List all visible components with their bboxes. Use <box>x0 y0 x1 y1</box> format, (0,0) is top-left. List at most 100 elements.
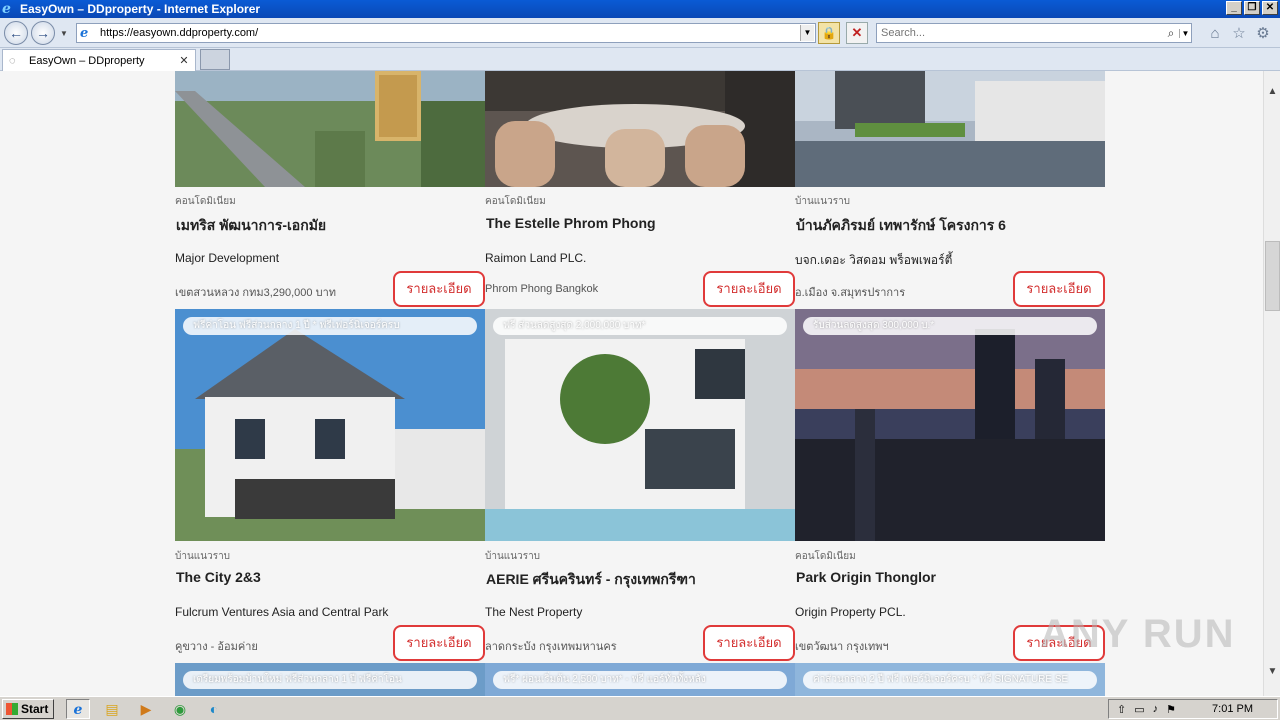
address-bar[interactable]: e https://easyown.ddproperty.com/ ▼ <box>76 23 816 43</box>
details-button[interactable]: รายละเอียด <box>1013 271 1105 307</box>
recent-pages-dropdown-icon[interactable]: ▼ <box>60 29 68 38</box>
tab-strip: ◌ EasyOwn – DDproperty ✕ <box>0 48 1280 71</box>
search-icon[interactable]: ⌕ <box>1163 26 1179 41</box>
property-location: Phrom Phong Bangkok <box>485 283 599 295</box>
property-name[interactable]: Park Origin Thonglor <box>796 569 936 585</box>
property-card: บ้านแนวราบ บ้านภัคภิรมย์ เทพารักษ์ โครงก… <box>795 71 1105 307</box>
edge-taskbar-icon[interactable]: ◐ <box>202 699 226 719</box>
tab-close-icon[interactable]: ✕ <box>177 54 191 67</box>
loading-spinner-icon: ◌ <box>9 54 16 67</box>
system-tray: ⇧ ▭ ♪ ⚑ 7:01 PM <box>1108 699 1278 719</box>
property-image[interactable] <box>175 71 485 187</box>
property-category: คอนโดมิเนียม <box>175 196 236 207</box>
tab-easyown[interactable]: ◌ EasyOwn – DDproperty ✕ <box>2 49 196 71</box>
property-location: ลาดกระบัง กรุงเทพมหานคร <box>485 641 617 653</box>
details-button[interactable]: รายละเอียด <box>703 625 795 661</box>
promo-badge: รับส่วนลดสูงสุด 300,000 บ.* <box>803 317 1097 335</box>
internet-explorer-taskbar-icon[interactable]: e <box>66 699 90 719</box>
property-image[interactable]: ค่าส่วนกลาง 2 ปี ฟรี เฟอร์นิเจอร์ครบ * ฟ… <box>795 663 1105 696</box>
scroll-down-icon[interactable]: ▼ <box>1264 663 1280 680</box>
property-card: ฟรี* ผ่อนเริ่มต้น 2,500 บาท* - ฟรี แอร์ท… <box>485 663 795 696</box>
property-image[interactable]: ฟรีค่าโอน ฟรีส่วนกลาง 1 ปี * ฟรีเฟอร์นิเ… <box>175 309 485 541</box>
chrome-taskbar-icon[interactable]: ◉ <box>168 699 192 719</box>
property-location: คูขวาง - อ้อมค่าย <box>175 641 258 653</box>
property-card: เตรียมพร้อมบ้านใหม่ ฟรีส่วนกลาง 1 ปี ฟรี… <box>175 663 485 696</box>
property-location: เขตวัฒนา กรุงเทพฯ <box>795 641 889 653</box>
start-label: Start <box>21 702 49 716</box>
property-image[interactable]: เตรียมพร้อมบ้านใหม่ ฟรีส่วนกลาง 1 ปี ฟรี… <box>175 663 485 696</box>
property-image[interactable] <box>485 71 795 187</box>
property-developer: Fulcrum Ventures Asia and Central Park <box>175 605 389 619</box>
page-favicon-icon: e <box>80 25 89 41</box>
close-button[interactable]: ✕ <box>1262 1 1278 15</box>
promo-badge: ฟรีค่าโอน ฟรีส่วนกลาง 1 ปี * ฟรีเฟอร์นิเ… <box>183 317 477 335</box>
windows-logo-icon <box>6 703 18 715</box>
promo-badge: เตรียมพร้อมบ้านใหม่ ฟรีส่วนกลาง 1 ปี ฟรี… <box>183 671 477 689</box>
flag-icon[interactable]: ⚑ <box>1166 703 1176 716</box>
property-name[interactable]: The Estelle Phrom Phong <box>486 215 656 231</box>
tab-label: EasyOwn – DDproperty <box>29 54 145 67</box>
scroll-up-icon[interactable]: ▲ <box>1264 83 1280 100</box>
window-titlebar: e EasyOwn – DDproperty - Internet Explor… <box>0 0 1280 18</box>
property-image[interactable]: รับส่วนลดสูงสุด 300,000 บ.* <box>795 309 1105 541</box>
scroll-thumb[interactable] <box>1265 241 1280 311</box>
restore-button[interactable]: ❐ <box>1244 1 1260 15</box>
settings-gear-icon[interactable]: ⚙ <box>1253 24 1273 44</box>
details-button[interactable]: รายละเอียด <box>703 271 795 307</box>
property-image[interactable]: ฟรี* ผ่อนเริ่มต้น 2,500 บาท* - ฟรี แอร์ท… <box>485 663 795 696</box>
property-category: บ้านแนวราบ <box>795 196 851 207</box>
property-name[interactable]: บ้านภัคภิรมย์ เทพารักษ์ โครงการ 6 <box>796 215 1006 237</box>
stop-icon[interactable]: ✕ <box>846 22 868 44</box>
window-title: EasyOwn – DDproperty - Internet Explorer <box>20 2 261 16</box>
home-icon[interactable]: ⌂ <box>1205 24 1225 44</box>
property-card: ฟรีค่าโอน ฟรีส่วนกลาง 1 ปี * ฟรีเฟอร์นิเ… <box>175 309 485 663</box>
property-name[interactable]: เมทริส พัฒนาการ-เอกมัย <box>176 215 326 237</box>
property-image[interactable]: ฟรี ส่วนลดสูงสุด 2,000,000 บาท* <box>485 309 795 541</box>
lock-icon[interactable]: 🔒 <box>818 22 840 44</box>
property-location: เขตสวนหลวง กทม3,290,000 บาท <box>175 287 336 299</box>
property-location: อ.เมือง จ.สมุทรปราการ <box>795 287 906 299</box>
property-card: คอนโดมิเนียม เมทริส พัฒนาการ-เอกมัย Majo… <box>175 71 485 307</box>
property-developer: The Nest Property <box>485 605 583 619</box>
property-category: คอนโดมิเนียม <box>485 196 546 207</box>
promo-badge: ฟรี* ผ่อนเริ่มต้น 2,500 บาท* - ฟรี แอร์ท… <box>493 671 787 689</box>
tray-arrow-icon[interactable]: ⇧ <box>1117 703 1126 716</box>
property-category: คอนโดมิเนียม <box>795 551 856 562</box>
property-card: คอนโดมิเนียม The Estelle Phrom Phong Rai… <box>485 71 795 307</box>
property-developer: Raimon Land PLC. <box>485 251 587 265</box>
promo-badge: ค่าส่วนกลาง 2 ปี ฟรี เฟอร์นิเจอร์ครบ * ฟ… <box>803 671 1097 689</box>
details-button[interactable]: รายละเอียด <box>393 625 485 661</box>
property-category: บ้านแนวราบ <box>175 551 231 562</box>
forward-button[interactable]: → <box>31 21 55 45</box>
search-input[interactable] <box>877 27 1163 39</box>
property-developer: Origin Property PCL. <box>795 605 906 619</box>
taskbar: Start e ▤ ▶ ◉ ◐ ⇧ ▭ ♪ ⚑ 7:01 PM <box>0 696 1280 720</box>
network-icon[interactable]: ▭ <box>1134 703 1144 716</box>
property-card: ฟรี ส่วนลดสูงสุด 2,000,000 บาท* บ้านแนวร… <box>485 309 795 663</box>
property-card: ค่าส่วนกลาง 2 ปี ฟรี เฟอร์นิเจอร์ครบ * ฟ… <box>795 663 1105 696</box>
property-card: รับส่วนลดสูงสุด 300,000 บ.* คอนโดมิเนียม… <box>795 309 1105 663</box>
search-box[interactable]: ⌕ ▼ <box>876 23 1192 43</box>
clock[interactable]: 7:01 PM <box>1212 703 1253 715</box>
promo-badge: ฟรี ส่วนลดสูงสุด 2,000,000 บาท* <box>493 317 787 335</box>
vertical-scrollbar[interactable]: ▲ ▼ <box>1263 71 1280 696</box>
address-dropdown-icon[interactable]: ▼ <box>800 25 814 41</box>
property-name[interactable]: The City 2&3 <box>176 569 261 585</box>
property-developer: Major Development <box>175 251 280 265</box>
details-button[interactable]: รายละเอียด <box>393 271 485 307</box>
minimize-button[interactable]: _ <box>1226 1 1242 15</box>
file-explorer-taskbar-icon[interactable]: ▤ <box>100 699 124 719</box>
favorites-star-icon[interactable]: ☆ <box>1229 24 1249 44</box>
property-name[interactable]: AERIE ศรีนครินทร์ - กรุงเทพกรีฑา <box>486 569 696 591</box>
back-button[interactable]: ← <box>4 21 28 45</box>
new-tab-button[interactable] <box>200 49 230 70</box>
anyrun-watermark: ANY RUN <box>1040 612 1236 656</box>
start-button[interactable]: Start <box>2 699 54 719</box>
search-dropdown-icon[interactable]: ▼ <box>1179 28 1191 38</box>
property-image[interactable] <box>795 71 1105 187</box>
volume-icon[interactable]: ♪ <box>1153 703 1159 715</box>
address-url[interactable]: https://easyown.ddproperty.com/ <box>100 27 800 39</box>
media-player-taskbar-icon[interactable]: ▶ <box>134 699 158 719</box>
page-content: คอนโดมิเนียม เมทริส พัฒนาการ-เอกมัย Majo… <box>0 71 1263 696</box>
property-developer: บจก.เดอะ วิสดอม พร็อพเพอร์ตี้ <box>795 253 953 267</box>
